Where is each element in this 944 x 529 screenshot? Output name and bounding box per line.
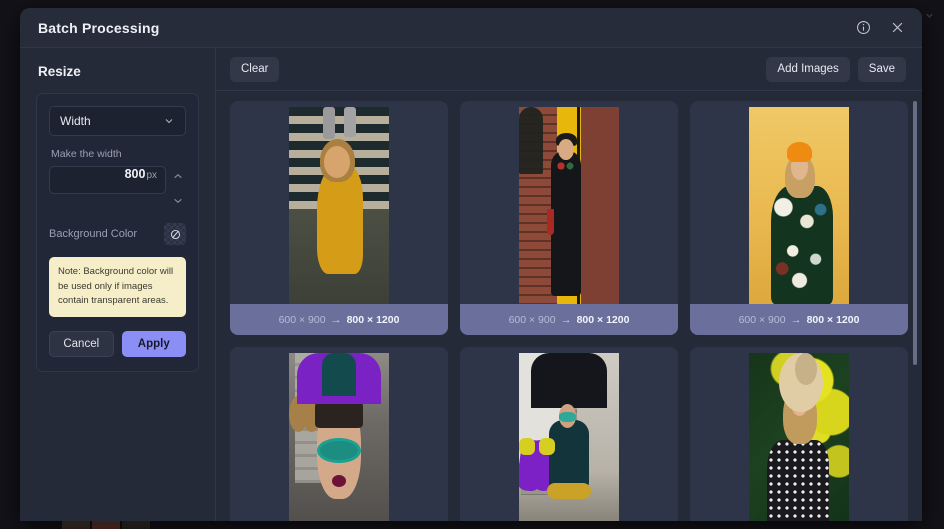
target-dimensions: 800 × 1200 bbox=[576, 313, 630, 326]
photo-layer bbox=[767, 439, 829, 521]
width-input[interactable]: 800 px bbox=[49, 166, 166, 194]
save-button[interactable]: Save bbox=[857, 56, 906, 82]
image-card[interactable]: 600 × 900 → 800 × 1200 bbox=[230, 101, 448, 335]
grid-scrollbar[interactable] bbox=[912, 101, 918, 521]
photo-layer bbox=[559, 412, 576, 422]
image-card[interactable] bbox=[690, 347, 908, 521]
photo-layer bbox=[317, 166, 363, 275]
dialog-titlebar: Batch Processing bbox=[20, 8, 922, 48]
apply-button[interactable]: Apply bbox=[121, 331, 186, 358]
photo-layer bbox=[317, 437, 361, 464]
photo-layer bbox=[771, 185, 833, 304]
photo-layer bbox=[324, 146, 350, 178]
width-unit: px bbox=[146, 170, 157, 181]
screen: Batch Processing Resize Width Make the w… bbox=[0, 0, 944, 529]
target-dimensions: 800 × 1200 bbox=[806, 313, 860, 326]
image-thumbnail bbox=[466, 353, 672, 521]
source-dimensions: 600 × 900 bbox=[738, 313, 786, 326]
image-grid: 600 × 900 → 800 × 1200 600 × 900 → 800 × 1200… bbox=[230, 101, 908, 521]
image-grid-scroll-area[interactable]: 600 × 900 → 800 × 1200 600 × 900 → 800 × 1200… bbox=[216, 91, 922, 521]
image-dimensions-caption: 600 × 900 → 800 × 1200 bbox=[230, 304, 448, 335]
source-dimensions: 600 × 900 bbox=[508, 313, 556, 326]
sidebar-button-row: Cancel Apply bbox=[49, 331, 186, 358]
width-stepper: 800 px bbox=[49, 166, 186, 209]
background-color-note: Note: Background color will be used only… bbox=[49, 257, 186, 318]
chevron-down-icon[interactable] bbox=[173, 191, 183, 209]
sidebar-title: Resize bbox=[38, 64, 81, 79]
image-thumbnail bbox=[236, 353, 442, 521]
arrow-icon: → bbox=[560, 313, 572, 326]
resize-mode-value: Width bbox=[60, 114, 91, 128]
image-dimensions-caption: 600 × 900 → 800 × 1200 bbox=[690, 304, 908, 335]
dialog-body: Resize Width Make the width 800 px Backg… bbox=[20, 48, 922, 521]
image-dimensions-caption: 600 × 900 → 800 × 1200 bbox=[460, 304, 678, 335]
photo-layer bbox=[795, 353, 817, 385]
image-thumbnail bbox=[236, 107, 442, 304]
photo-layer bbox=[787, 142, 812, 163]
photo-layer bbox=[531, 353, 607, 409]
photo-preview bbox=[289, 107, 389, 304]
photo-layer bbox=[551, 150, 581, 297]
grid-scrollbar-thumb[interactable] bbox=[913, 101, 917, 365]
photo-preview bbox=[519, 107, 619, 304]
image-thumbnail bbox=[696, 107, 902, 304]
width-spinner[interactable] bbox=[170, 166, 186, 209]
photo-layer bbox=[547, 483, 591, 499]
no-color-icon[interactable] bbox=[164, 223, 186, 245]
info-icon[interactable] bbox=[852, 17, 874, 39]
image-card[interactable] bbox=[460, 347, 678, 521]
close-icon[interactable] bbox=[886, 17, 908, 39]
photo-layer bbox=[547, 209, 554, 236]
photo-layer bbox=[519, 437, 535, 456]
background-color-row: Background Color bbox=[49, 223, 186, 245]
width-field-label: Make the width bbox=[51, 148, 122, 160]
photo-layer bbox=[323, 107, 335, 139]
clear-button[interactable]: Clear bbox=[230, 56, 280, 82]
photo-layer bbox=[556, 160, 576, 172]
main-panel: Clear Add Images Save 600 × 900 → 800 × 12… bbox=[216, 48, 922, 521]
photo-layer bbox=[539, 437, 555, 456]
photo-preview bbox=[519, 353, 619, 521]
dialog-title: Batch Processing bbox=[38, 19, 160, 36]
main-toolbar: Clear Add Images Save bbox=[216, 48, 922, 91]
image-thumbnail bbox=[696, 353, 902, 521]
batch-processing-dialog: Batch Processing Resize Width Make the w… bbox=[20, 8, 922, 521]
image-card[interactable]: 600 × 900 → 800 × 1200 bbox=[690, 101, 908, 335]
image-thumbnail bbox=[466, 107, 672, 304]
photo-layer bbox=[322, 353, 356, 397]
target-dimensions: 800 × 1200 bbox=[346, 313, 400, 326]
photo-preview bbox=[749, 107, 849, 304]
photo-layer bbox=[519, 107, 543, 174]
image-card[interactable] bbox=[230, 347, 448, 521]
resize-options-card: Width Make the width 800 px Background C… bbox=[36, 93, 199, 373]
resize-sidebar: Resize Width Make the width 800 px Backg… bbox=[20, 48, 216, 521]
cancel-button[interactable]: Cancel bbox=[49, 331, 114, 358]
arrow-icon: → bbox=[330, 313, 342, 326]
photo-layer bbox=[344, 107, 356, 137]
photo-preview bbox=[749, 353, 849, 521]
arrow-icon: → bbox=[790, 313, 802, 326]
photo-preview bbox=[289, 353, 389, 521]
chevron-down-icon[interactable] bbox=[920, 6, 938, 24]
chevron-down-icon bbox=[163, 115, 175, 127]
image-card[interactable]: 600 × 900 → 800 × 1200 bbox=[460, 101, 678, 335]
width-value: 800 bbox=[124, 167, 146, 181]
source-dimensions: 600 × 900 bbox=[278, 313, 326, 326]
photo-layer bbox=[558, 138, 574, 161]
chevron-up-icon[interactable] bbox=[173, 166, 183, 184]
background-color-label: Background Color bbox=[49, 228, 138, 240]
add-images-button[interactable]: Add Images bbox=[766, 56, 850, 82]
photo-layer bbox=[549, 419, 589, 487]
titlebar-actions bbox=[852, 17, 908, 39]
photo-layer bbox=[332, 475, 346, 487]
resize-mode-select[interactable]: Width bbox=[49, 106, 186, 136]
